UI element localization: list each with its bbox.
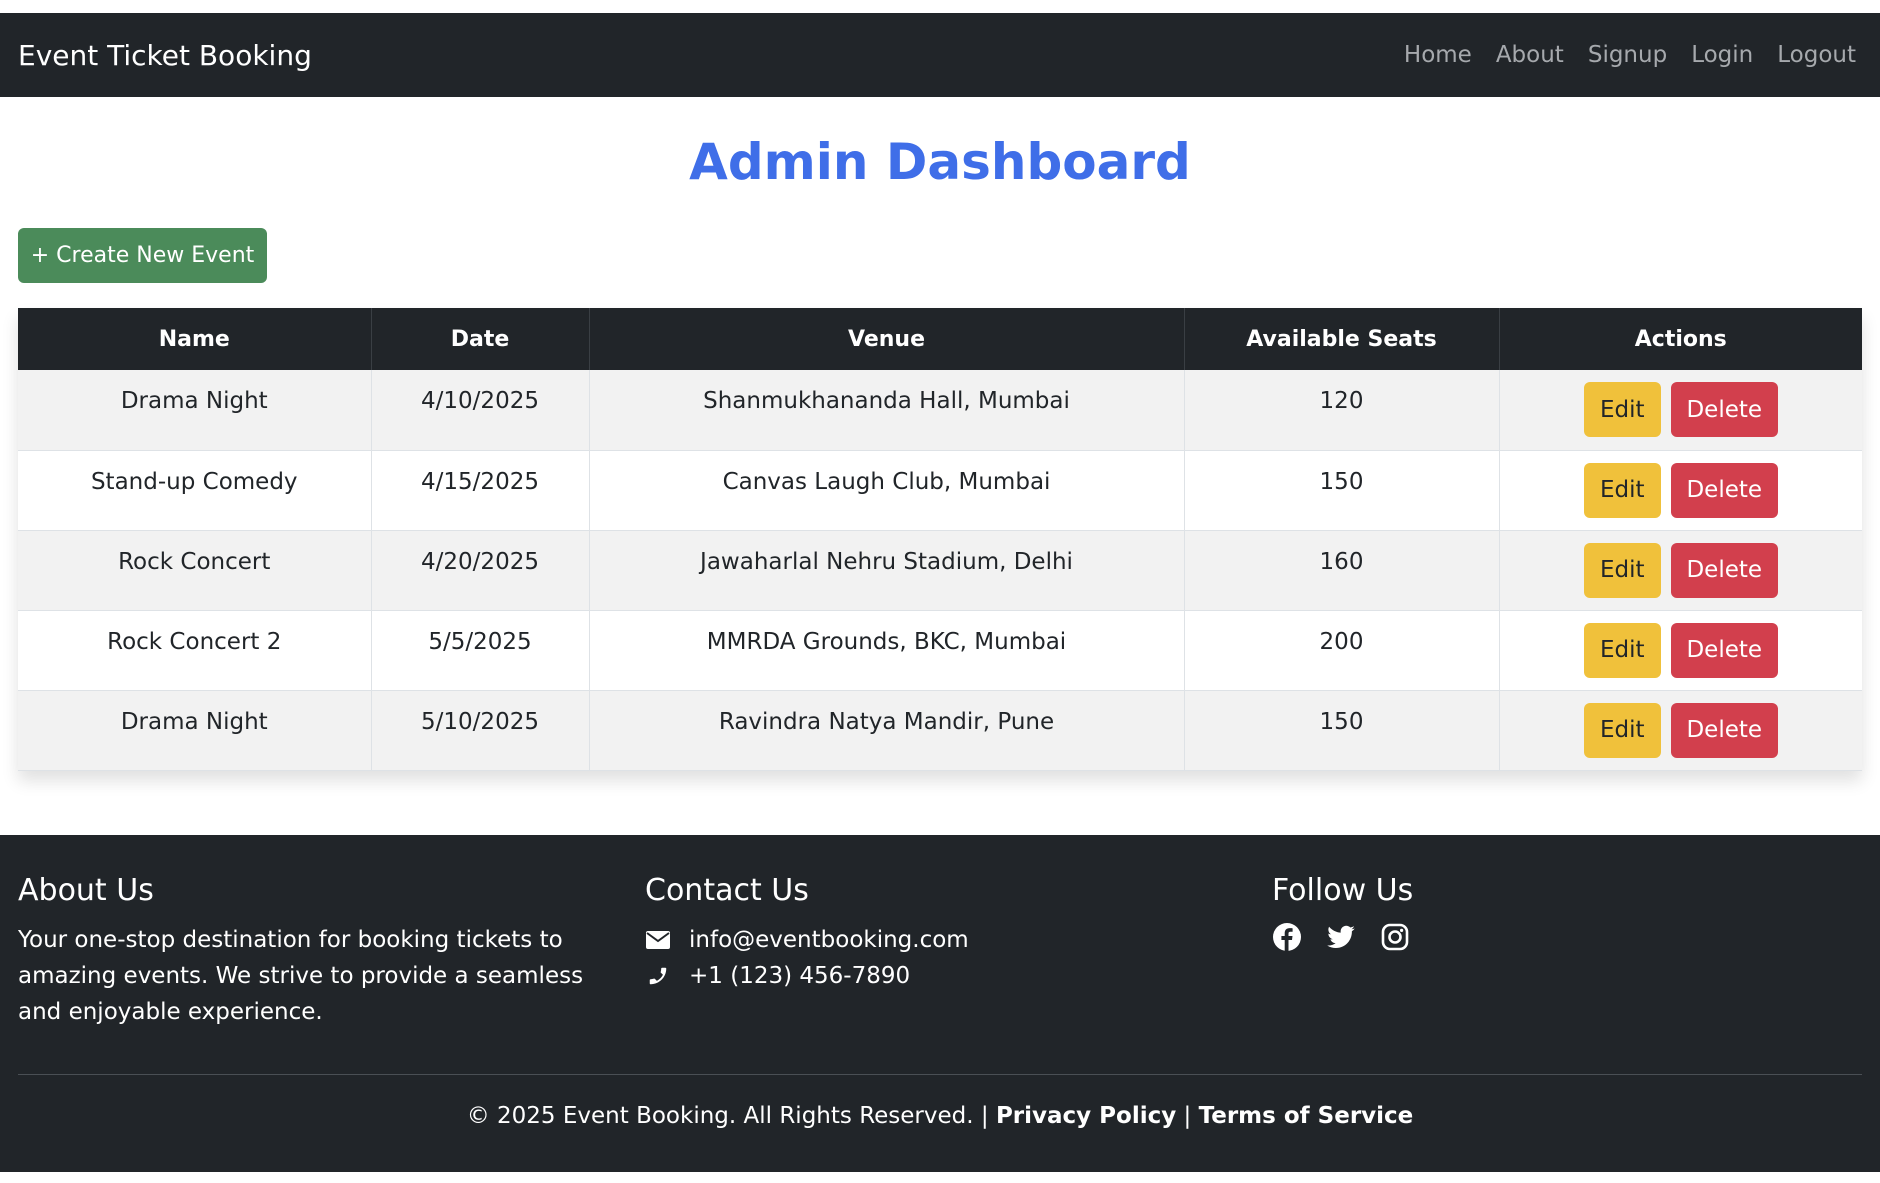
actions-cell: Edit Delete bbox=[1499, 370, 1862, 451]
footer-follow-section: Follow Us bbox=[1272, 873, 1413, 952]
actions-cell: Edit Delete bbox=[1499, 690, 1862, 771]
delete-button[interactable]: Delete bbox=[1670, 382, 1778, 437]
event-date-cell: 5/5/2025 bbox=[371, 610, 590, 691]
table-header-row: Name Date Venue Available Seats Actions bbox=[18, 308, 1862, 370]
social-links bbox=[1272, 922, 1413, 952]
table-row: Stand-up Comedy 4/15/2025 Canvas Laugh C… bbox=[18, 450, 1862, 531]
footer: About Us Your one-stop destination for b… bbox=[0, 835, 1880, 1172]
header-available-seats: Available Seats bbox=[1184, 308, 1500, 370]
privacy-policy-link[interactable]: Privacy Policy bbox=[996, 1103, 1176, 1129]
top-strip bbox=[0, 0, 1880, 13]
delete-button[interactable]: Delete bbox=[1670, 462, 1778, 518]
footer-divider bbox=[18, 1074, 1862, 1075]
table-row: Drama Night 5/10/2025 Ravindra Natya Man… bbox=[18, 690, 1862, 771]
copyright-separator: | bbox=[1183, 1103, 1192, 1129]
nav-logout-link[interactable]: Logout bbox=[1777, 42, 1856, 68]
event-name-cell: Rock Concert 2 bbox=[18, 610, 372, 691]
copyright-text: © 2025 Event Booking. All Rights Reserve… bbox=[466, 1103, 989, 1129]
delete-button[interactable]: Delete bbox=[1670, 702, 1778, 758]
envelope-icon bbox=[645, 931, 671, 949]
page-title: Admin Dashboard bbox=[689, 133, 1191, 191]
footer-contact-title: Contact Us bbox=[645, 873, 809, 908]
footer-about-section: About Us Your one-stop destination for b… bbox=[18, 873, 598, 1030]
event-date-cell: 5/10/2025 bbox=[371, 690, 590, 771]
facebook-icon[interactable] bbox=[1272, 922, 1302, 952]
copyright-bar: © 2025 Event Booking. All Rights Reserve… bbox=[0, 1103, 1880, 1129]
table-row: Rock Concert 2 5/5/2025 MMRDA Grounds, B… bbox=[18, 610, 1862, 691]
header-actions: Actions bbox=[1499, 308, 1862, 370]
event-name-cell: Drama Night bbox=[18, 370, 372, 451]
header-venue: Venue bbox=[589, 308, 1185, 370]
event-seats-cell: 200 bbox=[1184, 610, 1500, 691]
edit-button[interactable]: Edit bbox=[1583, 542, 1661, 598]
create-event-button[interactable]: + Create New Event bbox=[18, 228, 267, 283]
event-seats-cell: 120 bbox=[1184, 370, 1500, 451]
event-venue-cell: Canvas Laugh Club, Mumbai bbox=[589, 450, 1185, 531]
actions-cell: Edit Delete bbox=[1499, 450, 1862, 531]
contact-email[interactable]: info@eventbooking.com bbox=[689, 927, 969, 953]
contact-phone-row: +1 (123) 456-7890 bbox=[645, 958, 969, 994]
delete-button[interactable]: Delete bbox=[1670, 542, 1778, 598]
phone-icon bbox=[645, 965, 671, 987]
instagram-icon[interactable] bbox=[1380, 922, 1410, 952]
event-date-cell: 4/15/2025 bbox=[371, 450, 590, 531]
footer-about-title: About Us bbox=[18, 873, 154, 908]
event-name-cell: Stand-up Comedy bbox=[18, 450, 372, 531]
edit-button[interactable]: Edit bbox=[1583, 462, 1661, 518]
event-date-cell: 4/10/2025 bbox=[371, 370, 590, 451]
edit-button[interactable]: Edit bbox=[1583, 382, 1661, 437]
delete-button[interactable]: Delete bbox=[1670, 622, 1778, 678]
events-table-container: Name Date Venue Available Seats Actions … bbox=[18, 308, 1862, 771]
nav-signup-link[interactable]: Signup bbox=[1588, 42, 1667, 68]
footer-follow-title: Follow Us bbox=[1272, 873, 1414, 908]
actions-cell: Edit Delete bbox=[1499, 530, 1862, 611]
event-seats-cell: 150 bbox=[1184, 450, 1500, 531]
footer-contact-section: Contact Us info@eventbooking.com +1 (123… bbox=[645, 873, 969, 994]
nav-links: Home About Signup Login Logout bbox=[1404, 42, 1856, 68]
actions-cell: Edit Delete bbox=[1499, 610, 1862, 691]
event-venue-cell: MMRDA Grounds, BKC, Mumbai bbox=[589, 610, 1185, 691]
event-name-cell: Drama Night bbox=[18, 690, 372, 771]
nav-about-link[interactable]: About bbox=[1496, 42, 1564, 68]
table-row: Drama Night 4/10/2025 Shanmukhananda Hal… bbox=[18, 370, 1862, 451]
event-name-cell: Rock Concert bbox=[18, 530, 372, 611]
event-venue-cell: Jawaharlal Nehru Stadium, Delhi bbox=[589, 530, 1185, 611]
event-seats-cell: 160 bbox=[1184, 530, 1500, 611]
event-seats-cell: 150 bbox=[1184, 690, 1500, 771]
contact-phone[interactable]: +1 (123) 456-7890 bbox=[689, 963, 910, 989]
edit-button[interactable]: Edit bbox=[1583, 702, 1661, 758]
header-name: Name bbox=[18, 308, 372, 370]
event-date-cell: 4/20/2025 bbox=[371, 530, 590, 611]
event-venue-cell: Shanmukhananda Hall, Mumbai bbox=[589, 370, 1185, 451]
twitter-icon[interactable] bbox=[1326, 922, 1356, 952]
brand[interactable]: Event Ticket Booking bbox=[18, 39, 312, 72]
navbar: Event Ticket Booking Home About Signup L… bbox=[0, 13, 1880, 97]
edit-button[interactable]: Edit bbox=[1583, 622, 1661, 678]
table-row: Rock Concert 4/20/2025 Jawaharlal Nehru … bbox=[18, 530, 1862, 611]
event-venue-cell: Ravindra Natya Mandir, Pune bbox=[589, 690, 1185, 771]
events-table: Name Date Venue Available Seats Actions … bbox=[18, 308, 1862, 771]
nav-login-link[interactable]: Login bbox=[1691, 42, 1753, 68]
contact-email-row: info@eventbooking.com bbox=[645, 922, 969, 958]
nav-home-link[interactable]: Home bbox=[1404, 42, 1472, 68]
header-date: Date bbox=[371, 308, 590, 370]
footer-about-text: Your one-stop destination for booking ti… bbox=[18, 927, 584, 1025]
terms-of-service-link[interactable]: Terms of Service bbox=[1199, 1103, 1414, 1129]
